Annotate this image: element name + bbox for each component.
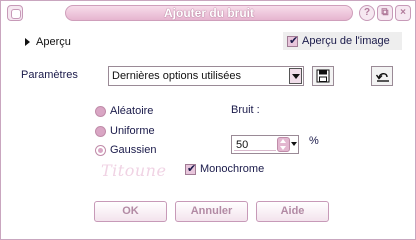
expand-triangle-icon [25, 38, 30, 46]
copy-icon[interactable]: ⧉ [377, 5, 393, 21]
radio-aleatoire[interactable]: Aléatoire [95, 104, 153, 118]
radio-uniforme-label: Uniforme [110, 125, 155, 137]
preset-select[interactable]: Dernières options utilisées [108, 66, 304, 86]
add-noise-dialog: Ajouter du bruit ? ⧉ × Aperçu ✔ Aperçu d… [0, 0, 416, 240]
radio-gaussien[interactable]: Gaussien [95, 143, 156, 157]
image-preview-label: Aperçu de l'image [302, 35, 390, 47]
ok-button[interactable]: OK [94, 201, 167, 222]
params-label: Paramètres [21, 69, 78, 81]
radio-aleatoire-dot[interactable] [95, 105, 106, 117]
noise-amount-input[interactable]: 50 [231, 135, 299, 154]
monochrome-checkbox[interactable]: ✔ Monochrome [185, 163, 264, 175]
help-icon[interactable]: ? [359, 5, 375, 21]
chevron-down-icon[interactable] [289, 68, 302, 84]
radio-uniforme[interactable]: Uniforme [95, 124, 155, 138]
noise-spinner[interactable] [277, 137, 290, 152]
reset-arrow-icon [375, 73, 389, 82]
help-button[interactable]: Aide [256, 201, 329, 222]
monochrome-label: Monochrome [200, 163, 265, 175]
radio-gaussien-label: Gaussien [110, 144, 157, 156]
floppy-disk-icon [316, 69, 330, 83]
save-preset-button[interactable] [312, 66, 334, 86]
title-bar[interactable]: Ajouter du bruit ? ⧉ × [1, 1, 415, 25]
noise-unit: % [309, 135, 319, 147]
preset-select-value: Dernières options utilisées [112, 70, 242, 82]
radio-uniforme-dot[interactable] [95, 125, 106, 137]
titoune-watermark: Titoune [101, 161, 167, 180]
reset-defaults-button[interactable] [371, 66, 393, 86]
image-preview-check-icon[interactable]: ✔ [287, 35, 298, 47]
radio-aleatoire-label: Aléatoire [110, 105, 154, 117]
noise-dropdown-arrow-icon[interactable] [291, 142, 297, 146]
image-preview-checkbox[interactable]: ✔ Aperçu de l'image [283, 32, 402, 50]
cancel-button[interactable]: Annuler [175, 201, 248, 222]
noise-label: Bruit : [231, 104, 260, 116]
system-menu-icon[interactable] [7, 5, 23, 21]
window-title: Ajouter du bruit [65, 5, 353, 21]
monochrome-check-icon[interactable]: ✔ [185, 163, 196, 175]
preview-toggle-label: Aperçu [36, 36, 71, 48]
noise-underline [234, 150, 276, 151]
radio-gaussien-dot[interactable] [95, 144, 106, 156]
close-icon[interactable]: × [395, 5, 411, 21]
preview-toggle[interactable]: Aperçu [25, 35, 71, 49]
